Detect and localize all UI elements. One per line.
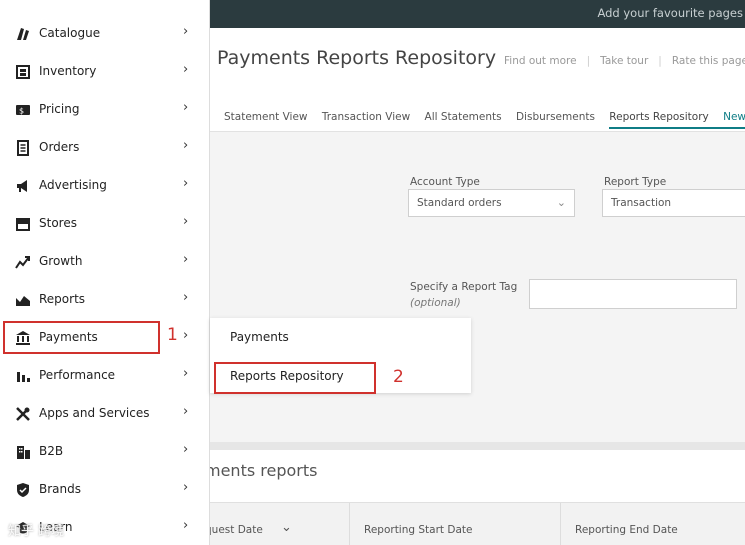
chevron-right-icon: › [183, 442, 189, 457]
sidebar-item-label: Growth [39, 254, 83, 268]
chevron-right-icon: › [183, 24, 189, 39]
sidebar-item-label: Pricing [39, 102, 80, 116]
column-divider [349, 503, 350, 545]
b2b-icon [17, 446, 30, 459]
sidebar-item-b2b[interactable]: B2B › [0, 432, 210, 470]
chevron-down-icon: ⌄ [556, 196, 566, 209]
inventory-icon [16, 65, 30, 79]
find-out-more-link[interactable]: Find out more [504, 55, 577, 67]
sidebar-item-label: Brands [39, 482, 81, 496]
orders-icon [17, 140, 29, 156]
sidebar-item-reports[interactable]: Reports › [0, 280, 210, 318]
chevron-right-icon: › [183, 252, 189, 267]
tab-statement-view[interactable]: Statement View [224, 111, 308, 123]
sidebar-menu: Catalogue › Inventory › $ Pricing › Orde… [0, 0, 210, 545]
chevron-right-icon: › [183, 214, 189, 229]
stores-icon [16, 218, 30, 231]
highlight-box-step2 [214, 362, 376, 394]
take-tour-link[interactable]: Take tour [600, 55, 648, 67]
sidebar-item-label: Stores [39, 216, 77, 230]
sidebar-item-apps-and-services[interactable]: Apps and Services › [0, 394, 210, 432]
tab-reports-repository[interactable]: Reports Repository New [609, 111, 745, 129]
sidebar-item-label: Catalogue [39, 26, 101, 40]
catalogue-icon [17, 28, 29, 40]
sidebar-item-catalogue[interactable]: Catalogue › [0, 14, 210, 52]
reports-icon [16, 296, 30, 306]
col-reporting-end-date[interactable]: Reporting End Date [575, 524, 678, 536]
chevron-right-icon: › [183, 366, 189, 381]
sidebar-item-advertising[interactable]: Advertising › [0, 166, 210, 204]
report-type-value: Transaction [611, 197, 672, 209]
sidebar-item-growth[interactable]: Growth › [0, 242, 210, 280]
sidebar-item-pricing[interactable]: $ Pricing › [0, 90, 210, 128]
chevron-right-icon: › [183, 176, 189, 191]
section-title: ments reports [205, 461, 318, 480]
header-links: Find out more | Take tour | Rate this page [504, 55, 745, 67]
col-request-date[interactable]: quest Date [205, 524, 263, 536]
tab-bar: Statement View Transaction View All Stat… [224, 111, 745, 129]
growth-icon [15, 256, 30, 269]
tools-icon [16, 407, 30, 421]
tab-reports-repository-label: Reports Repository [609, 111, 709, 123]
sidebar-item-orders[interactable]: Orders › [0, 128, 210, 166]
new-badge: New [723, 111, 745, 123]
brands-icon [17, 483, 29, 497]
step-number-1: 1 [167, 325, 178, 345]
highlight-box-step1 [3, 321, 160, 354]
chevron-right-icon: › [183, 100, 189, 115]
tab-transaction-view[interactable]: Transaction View [322, 111, 410, 123]
sidebar-item-inventory[interactable]: Inventory › [0, 52, 210, 90]
advertising-icon [17, 180, 27, 192]
sidebar-item-label: Reports [39, 292, 86, 306]
watermark: 知乎 跨境 [8, 524, 65, 539]
sidebar-item-label: Apps and Services [39, 406, 150, 420]
table-header: quest Date ⌄ Reporting Start Date Report… [205, 502, 745, 545]
report-tag-optional: (optional) [410, 297, 461, 309]
sidebar-item-performance[interactable]: Performance › [0, 356, 210, 394]
chevron-right-icon: › [183, 328, 189, 343]
pricing-icon: $ [16, 105, 30, 116]
col-reporting-start-date[interactable]: Reporting Start Date [364, 524, 472, 536]
sort-chevron-icon[interactable]: ⌄ [281, 520, 292, 535]
report-tag-input[interactable] [529, 279, 737, 309]
report-tag-label: Specify a Report Tag [410, 281, 518, 293]
sidebar-item-label: B2B [39, 444, 64, 458]
account-type-select[interactable]: Standard orders ⌄ [408, 189, 575, 217]
sidebar-item-label: Advertising [39, 178, 107, 192]
submenu-item-payments[interactable]: Payments [230, 330, 289, 344]
tab-all-statements[interactable]: All Statements [425, 111, 502, 123]
chevron-right-icon: › [183, 138, 189, 153]
account-type-value: Standard orders [417, 197, 502, 209]
step-number-2: 2 [393, 367, 404, 387]
chevron-right-icon: › [183, 518, 189, 533]
report-type-select[interactable]: Transaction [602, 189, 745, 217]
performance-icon [17, 372, 30, 382]
chevron-right-icon: › [183, 404, 189, 419]
rate-page-link[interactable]: Rate this page [672, 55, 745, 67]
page-title: Payments Reports Repository [217, 47, 497, 69]
chevron-right-icon: › [183, 62, 189, 77]
report-type-label: Report Type [604, 176, 667, 188]
svg-text:$: $ [19, 107, 24, 116]
column-divider [560, 503, 561, 545]
sidebar-item-stores[interactable]: Stores › [0, 204, 210, 242]
sidebar-item-label: Orders [39, 140, 80, 154]
submenu-pointer [199, 335, 208, 349]
favourite-pages-link[interactable]: Add your favourite pages [597, 6, 743, 20]
section-divider [210, 442, 745, 450]
sidebar-item-brands[interactable]: Brands › [0, 470, 210, 508]
account-type-label: Account Type [410, 176, 480, 188]
sidebar-item-label: Performance [39, 368, 116, 382]
tab-disbursements[interactable]: Disbursements [516, 111, 595, 123]
chevron-right-icon: › [183, 290, 189, 305]
sidebar-item-label: Inventory [39, 64, 97, 78]
chevron-right-icon: › [183, 480, 189, 495]
